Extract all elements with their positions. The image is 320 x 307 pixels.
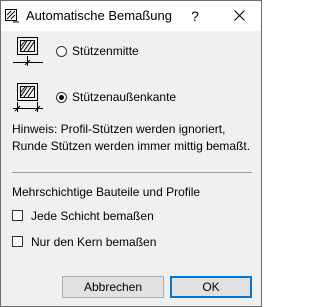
checkbox-label: Nur den Kern bemaßen — [31, 235, 157, 249]
checkbox-label: Jede Schicht bemaßen — [31, 209, 154, 223]
divider — [12, 172, 252, 173]
hint-text: Hinweis: Profil-Stützen werden ignoriert… — [12, 121, 257, 155]
option-column-outer-edge[interactable]: Stützenaußenkante — [11, 79, 251, 115]
radio-column-outer-edge[interactable] — [56, 92, 67, 103]
section-title: Mehrschichtige Bauteile und Profile — [12, 185, 201, 199]
app-icon — [5, 9, 20, 23]
help-button[interactable]: ? — [175, 1, 215, 31]
hint-line-2: Runde Stützen werden immer mittig bemaßt… — [12, 139, 251, 153]
option-label: Stützenaußenkante — [72, 90, 177, 104]
cancel-button[interactable]: Abbrechen — [62, 276, 164, 298]
column-outer-edge-dimension-icon — [11, 79, 45, 118]
radio-column-center[interactable] — [56, 46, 67, 57]
column-center-dimension-icon — [11, 33, 45, 72]
option-label: Stützenmitte — [72, 44, 139, 58]
title-bar[interactable]: Automatische Bemaßung ? — [1, 1, 261, 31]
window-title: Automatische Bemaßung — [26, 8, 172, 23]
option-column-center[interactable]: Stützenmitte — [11, 33, 251, 69]
checkbox-box[interactable] — [12, 210, 23, 221]
close-icon — [233, 10, 245, 21]
ok-button[interactable]: OK — [170, 276, 252, 298]
close-button[interactable] — [219, 1, 259, 31]
hint-line-1: Hinweis: Profil-Stützen werden ignoriert… — [12, 122, 226, 136]
checkbox-box[interactable] — [12, 236, 23, 247]
button-bar: Abbrechen OK — [1, 268, 261, 306]
dialog-window: Automatische Bemaßung ? Stützenmitte Stü… — [0, 0, 262, 307]
